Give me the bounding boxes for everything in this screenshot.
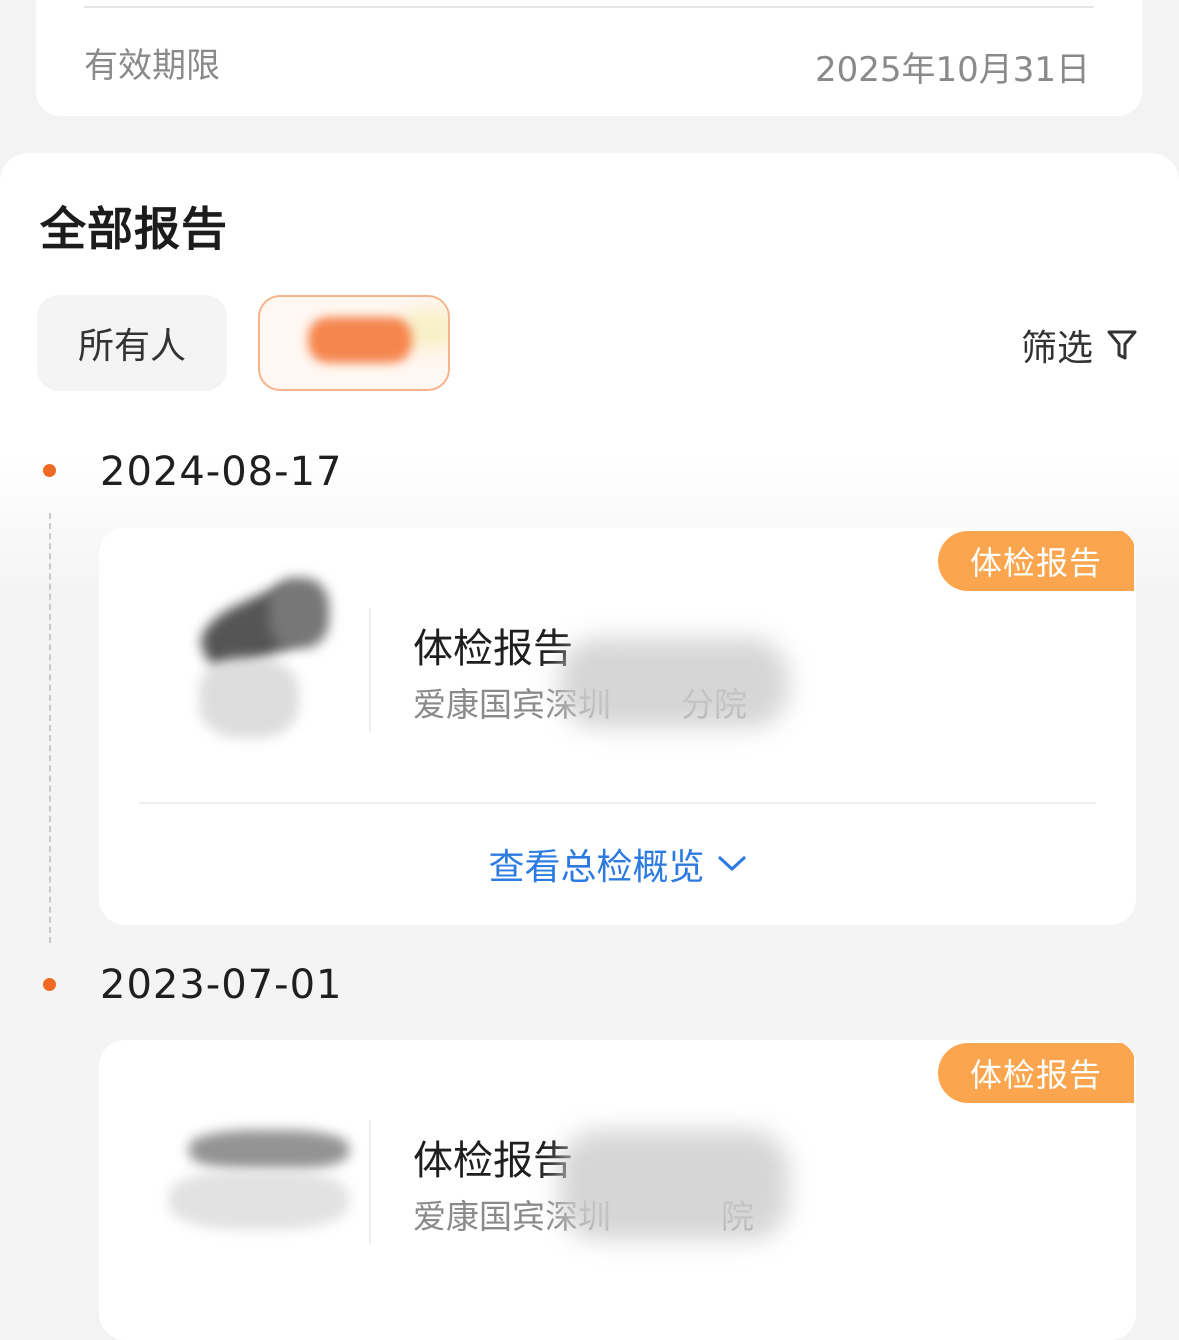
report-card[interactable]: 体检报告 体检报告 爱康国宾深圳分院 查看总检概览 (99, 528, 1136, 925)
validity-value: 2025年10月31日 (814, 50, 1090, 90)
chevron-down-icon (717, 854, 747, 874)
divider (369, 608, 371, 732)
report-title: 体检报告 (413, 626, 573, 672)
report-card[interactable]: 体检报告 体检报告 爱康国宾深圳院 (99, 1040, 1136, 1340)
report-date: 2023-07-01 (100, 962, 343, 1008)
report-thumbnail (159, 568, 359, 748)
reports-panel: 全部报告 所有人 筛选 2024-08-17 体检报告 体检报告 爱康国宾深圳分… (0, 153, 1179, 1340)
timeline-dot (43, 978, 56, 991)
report-thumbnail (159, 1080, 359, 1260)
timeline-line (49, 513, 51, 943)
validity-label: 有效期限 (84, 46, 220, 86)
filter-chip-all[interactable]: 所有人 (37, 295, 227, 391)
timeline-dot (43, 464, 56, 477)
divider (369, 1120, 371, 1244)
filter-button[interactable]: 筛选 (1021, 319, 1137, 371)
funnel-icon (1107, 329, 1137, 361)
section-title: 全部报告 (40, 202, 228, 256)
redacted-area (559, 638, 789, 728)
view-overview-button[interactable]: 查看总检概览 (99, 838, 1136, 890)
divider (139, 802, 1096, 804)
report-type-badge: 体检报告 (938, 1043, 1134, 1103)
report-title: 体检报告 (413, 1138, 573, 1184)
filter-chip-person-selected[interactable] (258, 295, 450, 391)
overview-label: 查看总检概览 (488, 847, 705, 888)
filter-label: 筛选 (1020, 328, 1093, 369)
redacted-area (559, 1130, 789, 1240)
report-date: 2024-08-17 (100, 449, 343, 495)
redacted-name (308, 317, 412, 363)
validity-card: 有效期限 2025年10月31日 (36, 0, 1142, 116)
report-type-badge: 体检报告 (938, 531, 1134, 591)
divider (84, 6, 1094, 8)
